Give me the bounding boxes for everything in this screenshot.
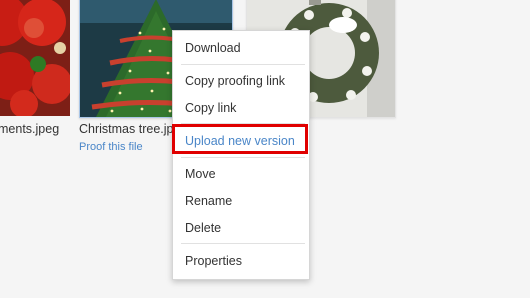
menu-item-properties[interactable]: Properties: [185, 251, 305, 271]
menu-divider: [181, 157, 305, 158]
menu-item-copy-proofing-link[interactable]: Copy proofing link: [185, 71, 305, 91]
menu-divider: [181, 64, 305, 65]
file-name-christmas-tree[interactable]: Christmas tree.jp: [79, 122, 173, 136]
ornaments-thumbnail[interactable]: [0, 0, 70, 116]
menu-item-upload-new-version[interactable]: Upload new version: [185, 131, 305, 151]
menu-divider: [181, 243, 305, 244]
proof-this-file-link[interactable]: Proof this file: [79, 141, 143, 153]
menu-divider: [181, 123, 305, 124]
menu-item-rename[interactable]: Rename: [185, 191, 305, 211]
file-context-menu: Download Copy proofing link Copy link Up…: [172, 30, 310, 280]
menu-item-download[interactable]: Download: [185, 38, 305, 58]
menu-item-copy-link[interactable]: Copy link: [185, 98, 305, 118]
file-name-ornaments[interactable]: ments.jpeg: [0, 122, 59, 136]
menu-item-delete[interactable]: Delete: [185, 218, 305, 238]
menu-item-move[interactable]: Move: [185, 164, 305, 184]
